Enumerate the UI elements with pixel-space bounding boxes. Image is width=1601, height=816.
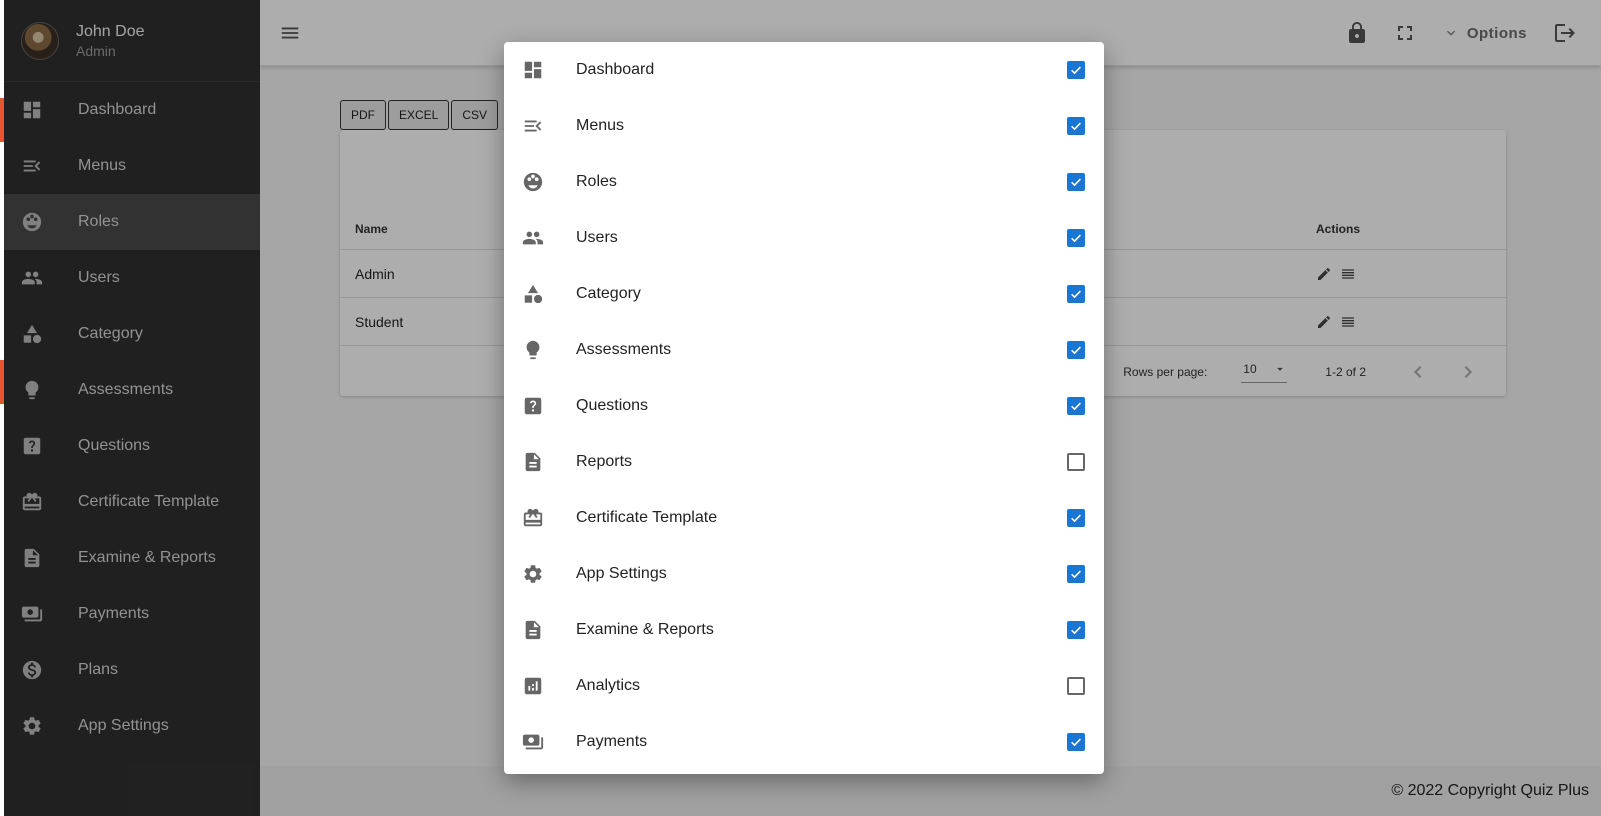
permission-option-category[interactable]: Category: [504, 266, 1104, 322]
permission-label: Category: [576, 285, 641, 302]
permission-checkbox[interactable]: [1067, 229, 1085, 247]
permission-label: Examine & Reports: [576, 621, 714, 638]
permission-checkbox[interactable]: [1067, 565, 1085, 583]
permission-checkbox[interactable]: [1067, 509, 1085, 527]
permission-option-app-settings[interactable]: App Settings: [504, 546, 1104, 602]
permission-checkbox[interactable]: [1067, 341, 1085, 359]
permission-label: Analytics: [576, 677, 641, 694]
permission-option-certificate-template[interactable]: Certificate Template: [504, 490, 1104, 546]
permission-label: Payments: [576, 733, 648, 750]
permission-checkbox[interactable]: [1067, 397, 1085, 415]
category-icon: [522, 283, 544, 305]
menu-permissions-dialog: Dashboard Menus Roles Users Category Assessme…: [504, 42, 1104, 774]
permission-option-analytics[interactable]: Analytics: [504, 658, 1104, 714]
permission-label: Questions: [576, 397, 649, 414]
roles-icon: [522, 171, 544, 193]
permission-label: Certificate Template: [576, 509, 718, 526]
permission-label: App Settings: [576, 565, 667, 582]
lightbulb-icon: [522, 339, 544, 361]
permission-label: Users: [576, 229, 618, 246]
gear-icon: [522, 563, 544, 585]
permission-option-dashboard[interactable]: Dashboard: [504, 42, 1104, 98]
permission-option-reports[interactable]: Reports: [504, 434, 1104, 490]
permission-option-roles[interactable]: Roles: [504, 154, 1104, 210]
permission-option-payments[interactable]: Payments: [504, 714, 1104, 770]
permission-checkbox[interactable]: [1067, 733, 1085, 751]
permission-option-menus[interactable]: Menus: [504, 98, 1104, 154]
menu-open-icon: [522, 115, 544, 137]
dashboard-icon: [522, 59, 544, 81]
permission-label: Dashboard: [576, 61, 655, 78]
permission-checkbox[interactable]: [1067, 285, 1085, 303]
permission-checkbox[interactable]: [1067, 173, 1085, 191]
permission-label: Menus: [576, 117, 625, 134]
permission-option-examine-and-reports[interactable]: Examine & Reports: [504, 602, 1104, 658]
permission-checkbox[interactable]: [1067, 621, 1085, 639]
permission-label: Reports: [576, 453, 633, 470]
document-icon: [522, 619, 544, 641]
permission-checkbox[interactable]: [1067, 677, 1085, 695]
permission-label: Roles: [576, 173, 617, 190]
users-icon: [522, 227, 544, 249]
permission-option-assessments[interactable]: Assessments: [504, 322, 1104, 378]
certificate-icon: [522, 507, 544, 529]
permission-option-users[interactable]: Users: [504, 210, 1104, 266]
permission-option-questions[interactable]: Questions: [504, 378, 1104, 434]
payments-icon: [522, 731, 544, 753]
permission-label: Assessments: [576, 341, 672, 358]
analytics-icon: [522, 675, 544, 697]
document-icon: [522, 451, 544, 473]
permission-checkbox[interactable]: [1067, 61, 1085, 79]
permission-checkbox[interactable]: [1067, 453, 1085, 471]
question-icon: [522, 395, 544, 417]
permission-checkbox[interactable]: [1067, 117, 1085, 135]
